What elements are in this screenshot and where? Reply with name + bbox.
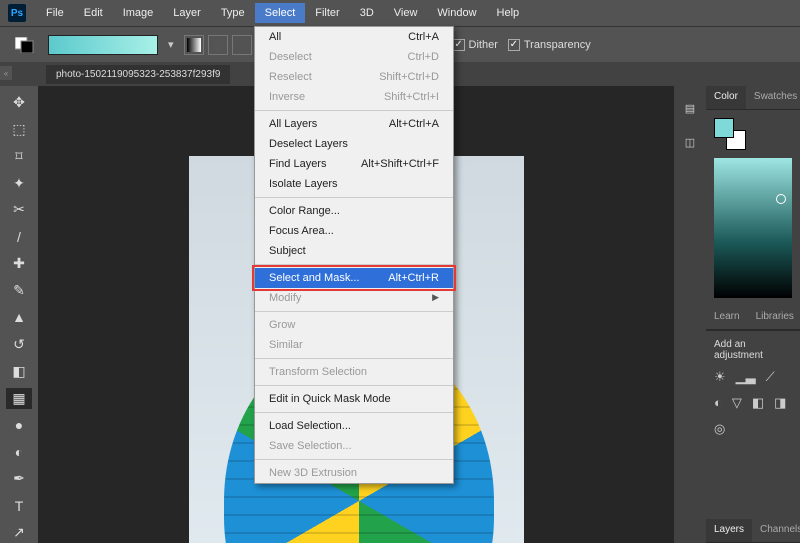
menu-item-reselect: ReselectShift+Ctrl+D [255, 67, 453, 87]
healing-tool-icon[interactable]: ✚ [6, 253, 32, 274]
menu-filter[interactable]: Filter [305, 3, 349, 23]
marquee-tool-icon[interactable]: ⬚ [6, 119, 32, 140]
menu-separator [255, 358, 453, 359]
stamp-tool-icon[interactable]: ▲ [6, 307, 32, 328]
crop-tool-icon[interactable]: ✂ [6, 200, 32, 221]
menu-layer[interactable]: Layer [163, 3, 211, 23]
menu-item-focus-area[interactable]: Focus Area... [255, 221, 453, 241]
menu-item-deselect-layers[interactable]: Deselect Layers [255, 134, 453, 154]
toolbar-collapse-handle[interactable]: « [0, 66, 12, 80]
menu-item-select-and-mask[interactable]: Select and Mask...Alt+Ctrl+R [255, 268, 453, 288]
menu-item-transform-selection: Transform Selection [255, 362, 453, 382]
path-tool-icon[interactable]: ↗ [6, 522, 32, 543]
pen-tool-icon[interactable]: ✒ [6, 468, 32, 489]
menu-separator [255, 459, 453, 460]
menu-item-load-selection[interactable]: Load Selection... [255, 416, 453, 436]
move-tool-icon[interactable]: ✥ [6, 92, 32, 113]
gradient-tool-icon[interactable]: ▦ [6, 388, 32, 409]
menu-item-find-layers[interactable]: Find LayersAlt+Shift+Ctrl+F [255, 154, 453, 174]
menu-separator [255, 264, 453, 265]
adjustments-header: Add an adjustment [714, 339, 792, 361]
menu-item-color-range[interactable]: Color Range... [255, 201, 453, 221]
bw-icon[interactable]: ◨ [774, 395, 786, 411]
select-menu-dropdown: AllCtrl+ADeselectCtrl+DReselectShift+Ctr… [254, 26, 454, 484]
tab-channels[interactable]: Channels [752, 519, 800, 542]
foreground-swatch-button[interactable] [12, 35, 38, 55]
lasso-tool-icon[interactable]: ⌑ [6, 146, 32, 167]
menu-separator [255, 110, 453, 111]
dodge-tool-icon[interactable]: ◐ [6, 441, 32, 462]
fg-bg-swatches[interactable] [714, 118, 746, 150]
menu-3d[interactable]: 3D [350, 3, 384, 23]
menu-item-grow: Grow [255, 315, 453, 335]
menu-separator [255, 311, 453, 312]
adjustments-panel: Add an adjustment ☀ ▁▃ ⟋ ◐ ▽ ◧ ◨ ◎ [706, 330, 800, 445]
dropdown-caret-icon[interactable]: ▾ [168, 38, 174, 51]
gradient-radial-icon[interactable] [208, 35, 228, 55]
blur-tool-icon[interactable]: ● [6, 415, 32, 436]
gradient-angle-icon[interactable] [232, 35, 252, 55]
gradient-preview[interactable] [48, 35, 158, 55]
collapsed-panels-strip: ▤ ◫ [674, 86, 706, 543]
menu-item-similar: Similar [255, 335, 453, 355]
menu-item-modify: Modify▶ [255, 288, 453, 308]
menubar: Ps FileEditImageLayerTypeSelectFilter3DV… [0, 0, 800, 26]
tab-libraries[interactable]: Libraries [748, 306, 800, 329]
history-brush-tool-icon[interactable]: ↺ [6, 334, 32, 355]
levels-icon[interactable]: ▁▃ [736, 369, 756, 385]
tab-color[interactable]: Color [706, 86, 746, 109]
color-picker[interactable] [714, 158, 792, 298]
brush-tool-icon[interactable]: ✎ [6, 280, 32, 301]
curves-icon[interactable]: ⟋ [766, 369, 775, 385]
eyedropper-tool-icon[interactable]: / [6, 226, 32, 247]
dither-checkbox[interactable]: Dither [453, 39, 498, 51]
tools-panel: ✥ ⬚ ⌑ ✦ ✂ / ✚ ✎ ▲ ↺ ◧ ▦ ● ◐ ✒ T ↗ [0, 86, 38, 543]
hue-icon[interactable]: ◧ [752, 395, 764, 411]
vibrance-icon[interactable]: ▽ [732, 395, 742, 411]
gradient-linear-icon[interactable] [184, 35, 204, 55]
properties-panel-icon[interactable]: ◫ [680, 132, 700, 152]
menu-separator [255, 412, 453, 413]
menu-file[interactable]: File [36, 3, 74, 23]
menu-view[interactable]: View [384, 3, 428, 23]
brightness-icon[interactable]: ☀ [714, 369, 726, 385]
type-tool-icon[interactable]: T [6, 495, 32, 516]
tab-layers[interactable]: Layers [706, 519, 752, 542]
menu-item-subject[interactable]: Subject [255, 241, 453, 261]
menu-item-all-layers[interactable]: All LayersAlt+Ctrl+A [255, 114, 453, 134]
menu-select[interactable]: Select [255, 3, 306, 23]
menu-item-deselect: DeselectCtrl+D [255, 47, 453, 67]
menu-item-inverse: InverseShift+Ctrl+I [255, 87, 453, 107]
menu-separator [255, 385, 453, 386]
photo-filter-icon[interactable]: ◎ [714, 421, 725, 437]
history-panel-icon[interactable]: ▤ [680, 98, 700, 118]
menu-window[interactable]: Window [427, 3, 486, 23]
color-panel [706, 110, 800, 306]
menu-help[interactable]: Help [487, 3, 530, 23]
tab-learn[interactable]: Learn [706, 306, 748, 329]
menu-separator [255, 197, 453, 198]
menu-item-new-3d-extrusion: New 3D Extrusion [255, 463, 453, 483]
menu-image[interactable]: Image [113, 3, 164, 23]
menu-item-save-selection: Save Selection... [255, 436, 453, 456]
menu-edit[interactable]: Edit [74, 3, 113, 23]
transparency-checkbox[interactable]: Transparency [508, 39, 591, 51]
gradient-type-group [184, 35, 252, 55]
menu-item-edit-in-quick-mask-mode[interactable]: Edit in Quick Mask Mode [255, 389, 453, 409]
tab-swatches[interactable]: Swatches [746, 86, 800, 109]
menu-item-isolate-layers[interactable]: Isolate Layers [255, 174, 453, 194]
document-tab[interactable]: photo-1502119095323-253837f293f9 [46, 65, 230, 84]
menu-type[interactable]: Type [211, 3, 255, 23]
exposure-icon[interactable]: ◐ [714, 395, 722, 411]
right-panels: Color Swatches Learn Libraries Add an ad… [706, 86, 800, 543]
app-logo: Ps [8, 4, 26, 22]
quick-select-tool-icon[interactable]: ✦ [6, 173, 32, 194]
eraser-tool-icon[interactable]: ◧ [6, 361, 32, 382]
menu-item-all[interactable]: AllCtrl+A [255, 27, 453, 47]
